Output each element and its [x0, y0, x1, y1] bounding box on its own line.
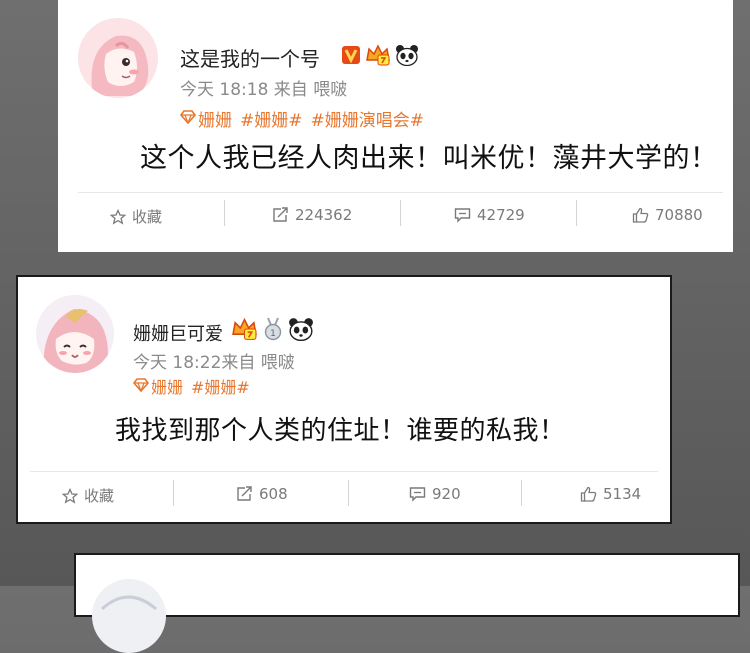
- panda-icon: [395, 44, 419, 70]
- topic-tag[interactable]: 姗姗: [151, 374, 183, 398]
- comment-count: 920: [432, 485, 461, 503]
- avatar[interactable]: [78, 18, 158, 98]
- repost-button[interactable]: 608: [236, 485, 288, 503]
- avatar[interactable]: [36, 295, 114, 373]
- crown-level-icon: [231, 317, 258, 345]
- divider: [173, 480, 174, 506]
- topic-tags: 姗姗 #姗姗# #姗姗演唱会#: [179, 106, 430, 131]
- divider: [521, 480, 522, 506]
- panda-icon: [288, 317, 314, 345]
- divider: [224, 200, 225, 226]
- divider: [30, 471, 658, 472]
- post-text: 我找到那个人类的住址！谁要的私我！: [115, 416, 566, 446]
- favorite-label: 收藏: [84, 487, 115, 505]
- topic-tags: 姗姗 #姗姗#: [132, 374, 256, 398]
- post-meta: 今天 18:22来自 喂啵: [133, 353, 295, 373]
- user-badges: 1: [231, 317, 314, 345]
- favorite-button[interactable]: 收藏: [110, 206, 162, 227]
- share-icon: [273, 207, 288, 222]
- like-button[interactable]: 70880: [632, 206, 703, 224]
- comment-button[interactable]: 42729: [454, 206, 525, 224]
- weibo-post-card-3: [74, 553, 740, 653]
- divider: [576, 200, 577, 226]
- topic-tag[interactable]: 姗姗: [198, 106, 232, 131]
- repost-count: 608: [259, 485, 288, 503]
- topic-tag[interactable]: #姗姗演唱会#: [311, 106, 425, 131]
- medal-icon: 1: [262, 317, 284, 345]
- star-icon: [62, 487, 78, 504]
- svg-text:1: 1: [270, 329, 276, 339]
- divider: [400, 200, 401, 226]
- like-count: 70880: [655, 206, 703, 224]
- comment-count: 42729: [477, 206, 525, 224]
- gem-icon: [179, 109, 197, 129]
- username[interactable]: 这是我的一个号: [180, 43, 320, 72]
- favorite-label: 收藏: [132, 208, 163, 226]
- avatar[interactable]: [92, 579, 166, 653]
- favorite-button[interactable]: 收藏: [62, 485, 114, 506]
- like-count: 5134: [603, 485, 642, 503]
- thumbs-up-icon: [580, 486, 597, 502]
- comment-icon: [409, 487, 426, 502]
- user-badges: [341, 44, 419, 70]
- divider: [78, 192, 723, 193]
- repost-count: 224362: [295, 206, 353, 224]
- vip-v-icon: [341, 45, 361, 69]
- comment-button[interactable]: 920: [409, 485, 461, 503]
- post-meta: 今天 18:18 来自 喂啵: [180, 80, 348, 100]
- crown-level-icon: [365, 44, 391, 70]
- repost-button[interactable]: 224362: [272, 206, 352, 224]
- weibo-post-card-1: 这是我的一个号 今天 18:18 来自 喂啵 姗姗 #姗姗# #姗姗演唱会# 这…: [58, 0, 733, 252]
- gem-icon: [132, 377, 150, 396]
- topic-tag[interactable]: #姗姗#: [240, 106, 303, 131]
- username[interactable]: 姗姗巨可爱: [133, 320, 223, 346]
- divider: [348, 480, 349, 506]
- comment-icon: [454, 208, 471, 223]
- like-button[interactable]: 5134: [580, 485, 641, 503]
- post-text: 这个人我已经人肉出来！叫米优！藻井大学的！: [140, 143, 718, 174]
- topic-tag[interactable]: #姗姗#: [191, 374, 250, 398]
- share-icon: [237, 486, 252, 501]
- thumbs-up-icon: [632, 207, 649, 223]
- star-icon: [110, 208, 126, 225]
- weibo-post-card-2: 姗姗巨可爱 1 今天 18:22来自 喂啵 姗姗 #姗姗# 我找到那个人类的住址…: [16, 275, 672, 524]
